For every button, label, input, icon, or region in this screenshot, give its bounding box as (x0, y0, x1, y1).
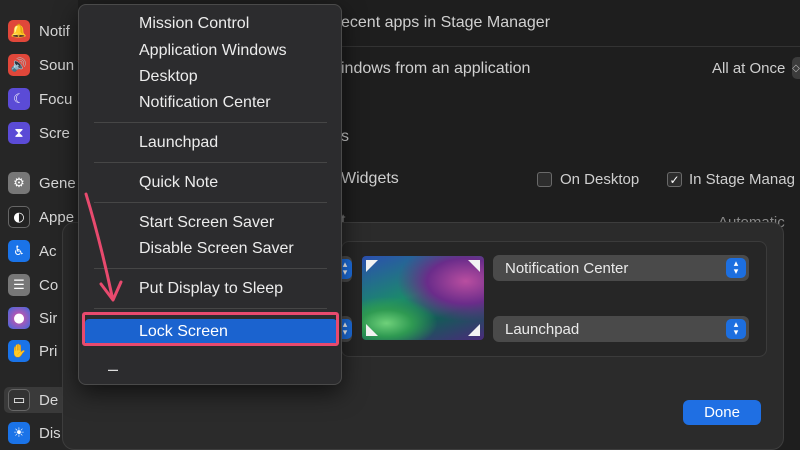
sidebar-item-label: Soun (39, 56, 75, 74)
dock-icon: ▭ (8, 389, 30, 411)
menu-item-disable-screen-saver[interactable]: Disable Screen Saver (139, 240, 294, 258)
menu-item-mission-control[interactable]: Mission Control (139, 15, 249, 33)
highlight-box (82, 312, 339, 346)
done-button[interactable]: Done (683, 400, 761, 425)
sidebar-item-label: Gene (39, 174, 76, 192)
menu-separator (94, 122, 327, 123)
sidebar-item-focus[interactable]: ☾ Focu (8, 86, 78, 112)
bottom-left-corner-icon (366, 324, 378, 336)
menu-item-start-screen-saver[interactable]: Start Screen Saver (139, 214, 274, 232)
menu-item-desktop[interactable]: Desktop (139, 68, 198, 86)
sidebar-item-label: Focu (39, 90, 73, 108)
menu-item-put-display-to-sleep[interactable]: Put Display to Sleep (139, 280, 283, 298)
menu-separator (94, 162, 327, 163)
menu-item-none[interactable]: – (108, 359, 118, 380)
widgets-label: Widgets (341, 170, 399, 187)
show-windows-label: indows from an application (341, 60, 531, 77)
sidebar-item-label: Sir (39, 309, 58, 327)
top-right-corner-icon (468, 260, 480, 272)
sidebar-item-general[interactable]: ⚙ Gene (8, 170, 78, 196)
bottom-right-corner-value: Launchpad (505, 320, 580, 338)
hourglass-icon: ⧗ (8, 122, 30, 144)
sidebar-item-label: Dis (39, 424, 61, 442)
menu-item-notification-center[interactable]: Notification Center (139, 94, 271, 112)
appearance-icon: ◐ (8, 206, 30, 228)
top-right-corner-value: Notification Center (505, 259, 629, 277)
menu-item-application-windows[interactable]: Application Windows (139, 42, 287, 60)
updown-chevron-icon: ▴ ▾ (726, 319, 746, 339)
menu-separator (94, 308, 327, 309)
control-center-icon: ☰ (8, 274, 30, 296)
moon-icon: ☾ (8, 88, 30, 110)
in-stage-manager-checkbox[interactable]: ✓ (667, 172, 682, 187)
bottom-right-corner-select[interactable]: Launchpad ▴ ▾ (493, 316, 749, 342)
accessibility-icon: ♿ (8, 240, 30, 262)
speaker-icon: 🔊 (8, 54, 30, 76)
sidebar-item-label: Pri (39, 342, 58, 360)
sidebar-item-sound[interactable]: 🔊 Soun (8, 52, 78, 78)
sidebar-item-label: Co (39, 276, 59, 294)
section-heading-fragment: s (341, 128, 349, 145)
stage-manager-recent-apps-label: ecent apps in Stage Manager (341, 14, 551, 31)
menu-item-quick-note[interactable]: Quick Note (139, 174, 218, 192)
bottom-right-corner-icon (468, 324, 480, 336)
sidebar-item-screen-time[interactable]: ⧗ Scre (8, 120, 78, 146)
divider (341, 46, 800, 47)
updown-chevron-icon: ▴ ▾ (726, 258, 746, 278)
menu-separator (94, 268, 327, 269)
menu-separator (94, 202, 327, 203)
on-desktop-checkbox[interactable] (537, 172, 552, 187)
sidebar-item-notifications[interactable]: 🔔 Notif (8, 18, 78, 44)
siri-icon: ● (8, 307, 30, 329)
desktop-preview (362, 256, 484, 340)
on-desktop-label: On Desktop (560, 171, 640, 188)
bell-icon: 🔔 (8, 20, 30, 42)
top-left-corner-icon (366, 260, 378, 272)
sidebar-item-label: Notif (39, 22, 70, 40)
gear-icon: ⚙ (8, 172, 30, 194)
corner-markers (366, 260, 480, 336)
top-right-corner-select[interactable]: Notification Center ▴ ▾ (493, 255, 749, 281)
display-icon: ☀ (8, 422, 30, 444)
sidebar-item-label: De (39, 391, 59, 409)
hand-icon: ✋ (8, 340, 30, 362)
show-windows-value[interactable]: All at Once (712, 60, 785, 77)
sidebar-item-label: Scre (39, 124, 70, 142)
chevron-down-icon[interactable]: ◇ (792, 57, 800, 79)
in-stage-manager-label: In Stage Manag (689, 171, 795, 188)
menu-item-launchpad[interactable]: Launchpad (139, 134, 218, 152)
sidebar-item-label: Ac (39, 242, 57, 260)
